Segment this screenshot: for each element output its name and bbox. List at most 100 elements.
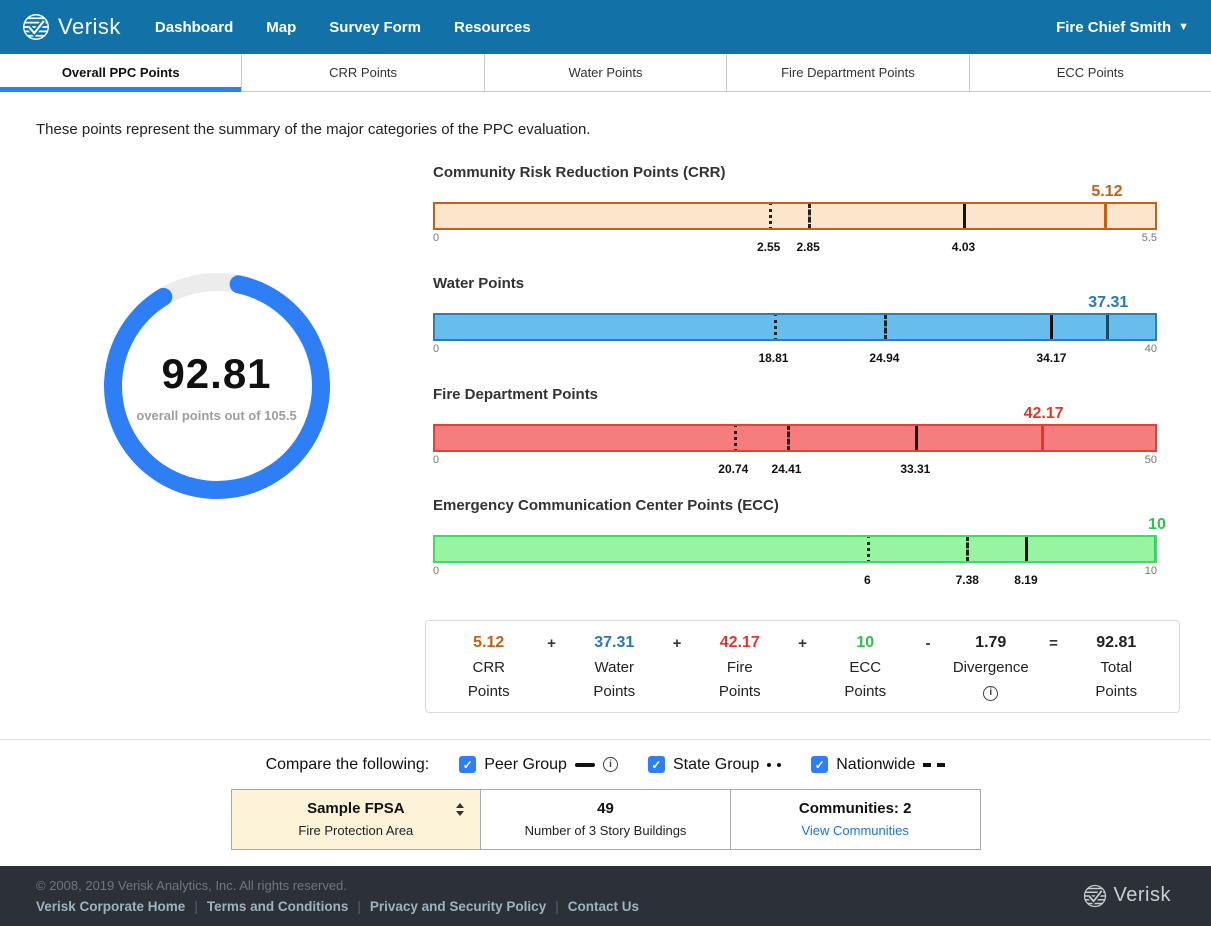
nav-item-dashboard[interactable]: Dashboard bbox=[155, 19, 233, 36]
equation-term-fire: 42.17 Fire Points bbox=[685, 634, 795, 700]
select-arrows-icon bbox=[456, 803, 464, 816]
term-value: 92.81 bbox=[1062, 634, 1172, 652]
term-label: Points bbox=[1062, 683, 1172, 700]
info-box-subtitle: Fire Protection Area bbox=[232, 823, 481, 838]
user-menu[interactable]: Fire Chief Smith ▼ bbox=[1056, 19, 1189, 36]
term-label: Points bbox=[434, 683, 544, 700]
marker-peer-group bbox=[963, 202, 966, 230]
points-equation-box: 5.12CRRPoints+37.31WaterPoints+42.17Fire… bbox=[425, 620, 1180, 713]
term-value: 1.79 bbox=[936, 634, 1046, 652]
chart-value-row: 10 bbox=[433, 514, 1157, 535]
tab-overall-ppc-points[interactable]: Overall PPC Points bbox=[0, 54, 242, 91]
intro-text: These points represent the summary of th… bbox=[36, 121, 1175, 138]
marker-value-label: 20.74 bbox=[718, 462, 748, 476]
chart-water-points: Water Points37.3104018.8124.9434.17 bbox=[433, 275, 1157, 373]
footer-link-verisk-corporate-home[interactable]: Verisk Corporate Home bbox=[36, 899, 185, 914]
term-label: Fire bbox=[685, 659, 795, 676]
marker-value-label: 7.38 bbox=[956, 573, 979, 587]
compare-option-peer-group[interactable]: ✓ Peer Group i bbox=[459, 756, 618, 774]
compare-option-label: State Group bbox=[673, 756, 759, 774]
tab-crr-points[interactable]: CRR Points bbox=[242, 54, 484, 91]
footer-link-privacy-and-security-policy[interactable]: Privacy and Security Policy bbox=[370, 899, 546, 914]
equation-operator: + bbox=[544, 635, 560, 652]
tab-ecc-points[interactable]: ECC Points bbox=[970, 54, 1211, 91]
info-icon[interactable]: i bbox=[603, 757, 618, 772]
up-arrow-icon bbox=[456, 803, 464, 808]
info-box-sample-fpsa[interactable]: Sample FPSAFire Protection Area bbox=[232, 790, 482, 849]
chart-title: Emergency Communication Center Points (E… bbox=[433, 497, 1157, 514]
footer-separator: | bbox=[555, 899, 559, 914]
marker-state-group bbox=[867, 535, 870, 563]
nav-item-survey-form[interactable]: Survey Form bbox=[329, 19, 421, 36]
nav-item-map[interactable]: Map bbox=[266, 19, 296, 36]
tab-label: ECC Points bbox=[1057, 65, 1124, 80]
axis-min-label: 0 bbox=[433, 343, 439, 355]
term-value: 10 bbox=[811, 634, 921, 652]
tab-fire-department-points[interactable]: Fire Department Points bbox=[727, 54, 969, 91]
section-divider bbox=[0, 739, 1211, 740]
term-value: 42.17 bbox=[685, 634, 795, 652]
overall-points-gauge: 92.81 overall points out of 105.5 bbox=[99, 268, 335, 504]
info-boxes: Sample FPSAFire Protection Area49Number … bbox=[231, 789, 981, 850]
term-label: CRR bbox=[434, 659, 544, 676]
tab-water-points[interactable]: Water Points bbox=[485, 54, 727, 91]
footer-brand-name: Verisk bbox=[1114, 884, 1171, 907]
nav-item-resources[interactable]: Resources bbox=[454, 19, 531, 36]
footer-separator: | bbox=[194, 899, 198, 914]
dotted-line-icon bbox=[767, 763, 781, 767]
chevron-down-icon: ▼ bbox=[1178, 21, 1189, 33]
marker-state-group bbox=[774, 313, 777, 341]
chart-community-risk-reduction-points-crr: Community Risk Reduction Points (CRR)5.1… bbox=[433, 164, 1157, 262]
info-icon[interactable]: i bbox=[983, 686, 998, 701]
chart-title: Water Points bbox=[433, 275, 1157, 292]
term-label: Divergence bbox=[936, 659, 1046, 676]
value-label: 5.12 bbox=[1091, 183, 1122, 201]
chart-title: Fire Department Points bbox=[433, 386, 1157, 403]
copyright-text: © 2008, 2019 Verisk Analytics, Inc. All … bbox=[36, 878, 639, 893]
term-label: Points bbox=[685, 683, 795, 700]
checkbox-peer-group[interactable]: ✓ bbox=[459, 756, 476, 773]
equation-operator: + bbox=[669, 635, 685, 652]
marker-value-label: 34.17 bbox=[1036, 351, 1066, 365]
footer-link-contact-us[interactable]: Contact Us bbox=[568, 899, 639, 914]
compare-label: Compare the following: bbox=[266, 756, 430, 774]
checkbox-state-group[interactable]: ✓ bbox=[648, 756, 665, 773]
view-communities-link[interactable]: View Communities bbox=[801, 823, 908, 838]
dashboard-body: 92.81 overall points out of 105.5 Commun… bbox=[0, 164, 1211, 608]
marker-nationwide bbox=[808, 202, 811, 230]
value-marker bbox=[1041, 424, 1044, 452]
marker-value-label: 2.85 bbox=[796, 240, 819, 254]
marker-value-label: 33.31 bbox=[900, 462, 930, 476]
chart-value-row: 37.31 bbox=[433, 292, 1157, 313]
compare-option-nationwide[interactable]: ✓Nationwide bbox=[811, 756, 945, 774]
user-name: Fire Chief Smith bbox=[1056, 19, 1171, 36]
equation-operator: + bbox=[795, 635, 811, 652]
tab-label: Fire Department Points bbox=[781, 65, 915, 80]
marker-value-label: 24.41 bbox=[771, 462, 801, 476]
main-content: These points represent the summary of th… bbox=[0, 92, 1211, 850]
compare-option-state-group[interactable]: ✓ State Group bbox=[648, 756, 781, 774]
nav-items: Dashboard Map Survey Form Resources bbox=[155, 19, 564, 36]
marker-peer-group bbox=[1025, 535, 1028, 563]
tab-label: Water Points bbox=[569, 65, 643, 80]
footer-link-terms-and-conditions[interactable]: Terms and Conditions bbox=[207, 899, 349, 914]
bar-track bbox=[433, 535, 1157, 563]
bar-track bbox=[433, 202, 1157, 230]
overall-points-caption: overall points out of 105.5 bbox=[136, 408, 296, 423]
marker-nationwide bbox=[966, 535, 969, 563]
term-label: Water bbox=[560, 659, 670, 676]
active-tab-underline bbox=[0, 87, 241, 92]
equation-operator: = bbox=[1046, 635, 1062, 652]
checkbox-nationwide[interactable]: ✓ bbox=[811, 756, 828, 773]
footer: © 2008, 2019 Verisk Analytics, Inc. All … bbox=[0, 866, 1211, 926]
term-value: 5.12 bbox=[434, 634, 544, 652]
axis-max-label: 50 bbox=[1145, 454, 1157, 466]
footer-verisk-logo[interactable]: Verisk bbox=[1083, 884, 1171, 908]
verisk-logo[interactable]: Verisk bbox=[22, 13, 121, 41]
info-box-49: 49Number of 3 Story Buildings bbox=[481, 790, 731, 849]
term-label: ECC bbox=[811, 659, 921, 676]
gauge-center: 92.81 overall points out of 105.5 bbox=[99, 268, 335, 504]
marker-value-label: 6 bbox=[864, 573, 871, 587]
compare-option-label: Peer Group bbox=[484, 756, 567, 774]
chart-value-row: 42.17 bbox=[433, 403, 1157, 424]
